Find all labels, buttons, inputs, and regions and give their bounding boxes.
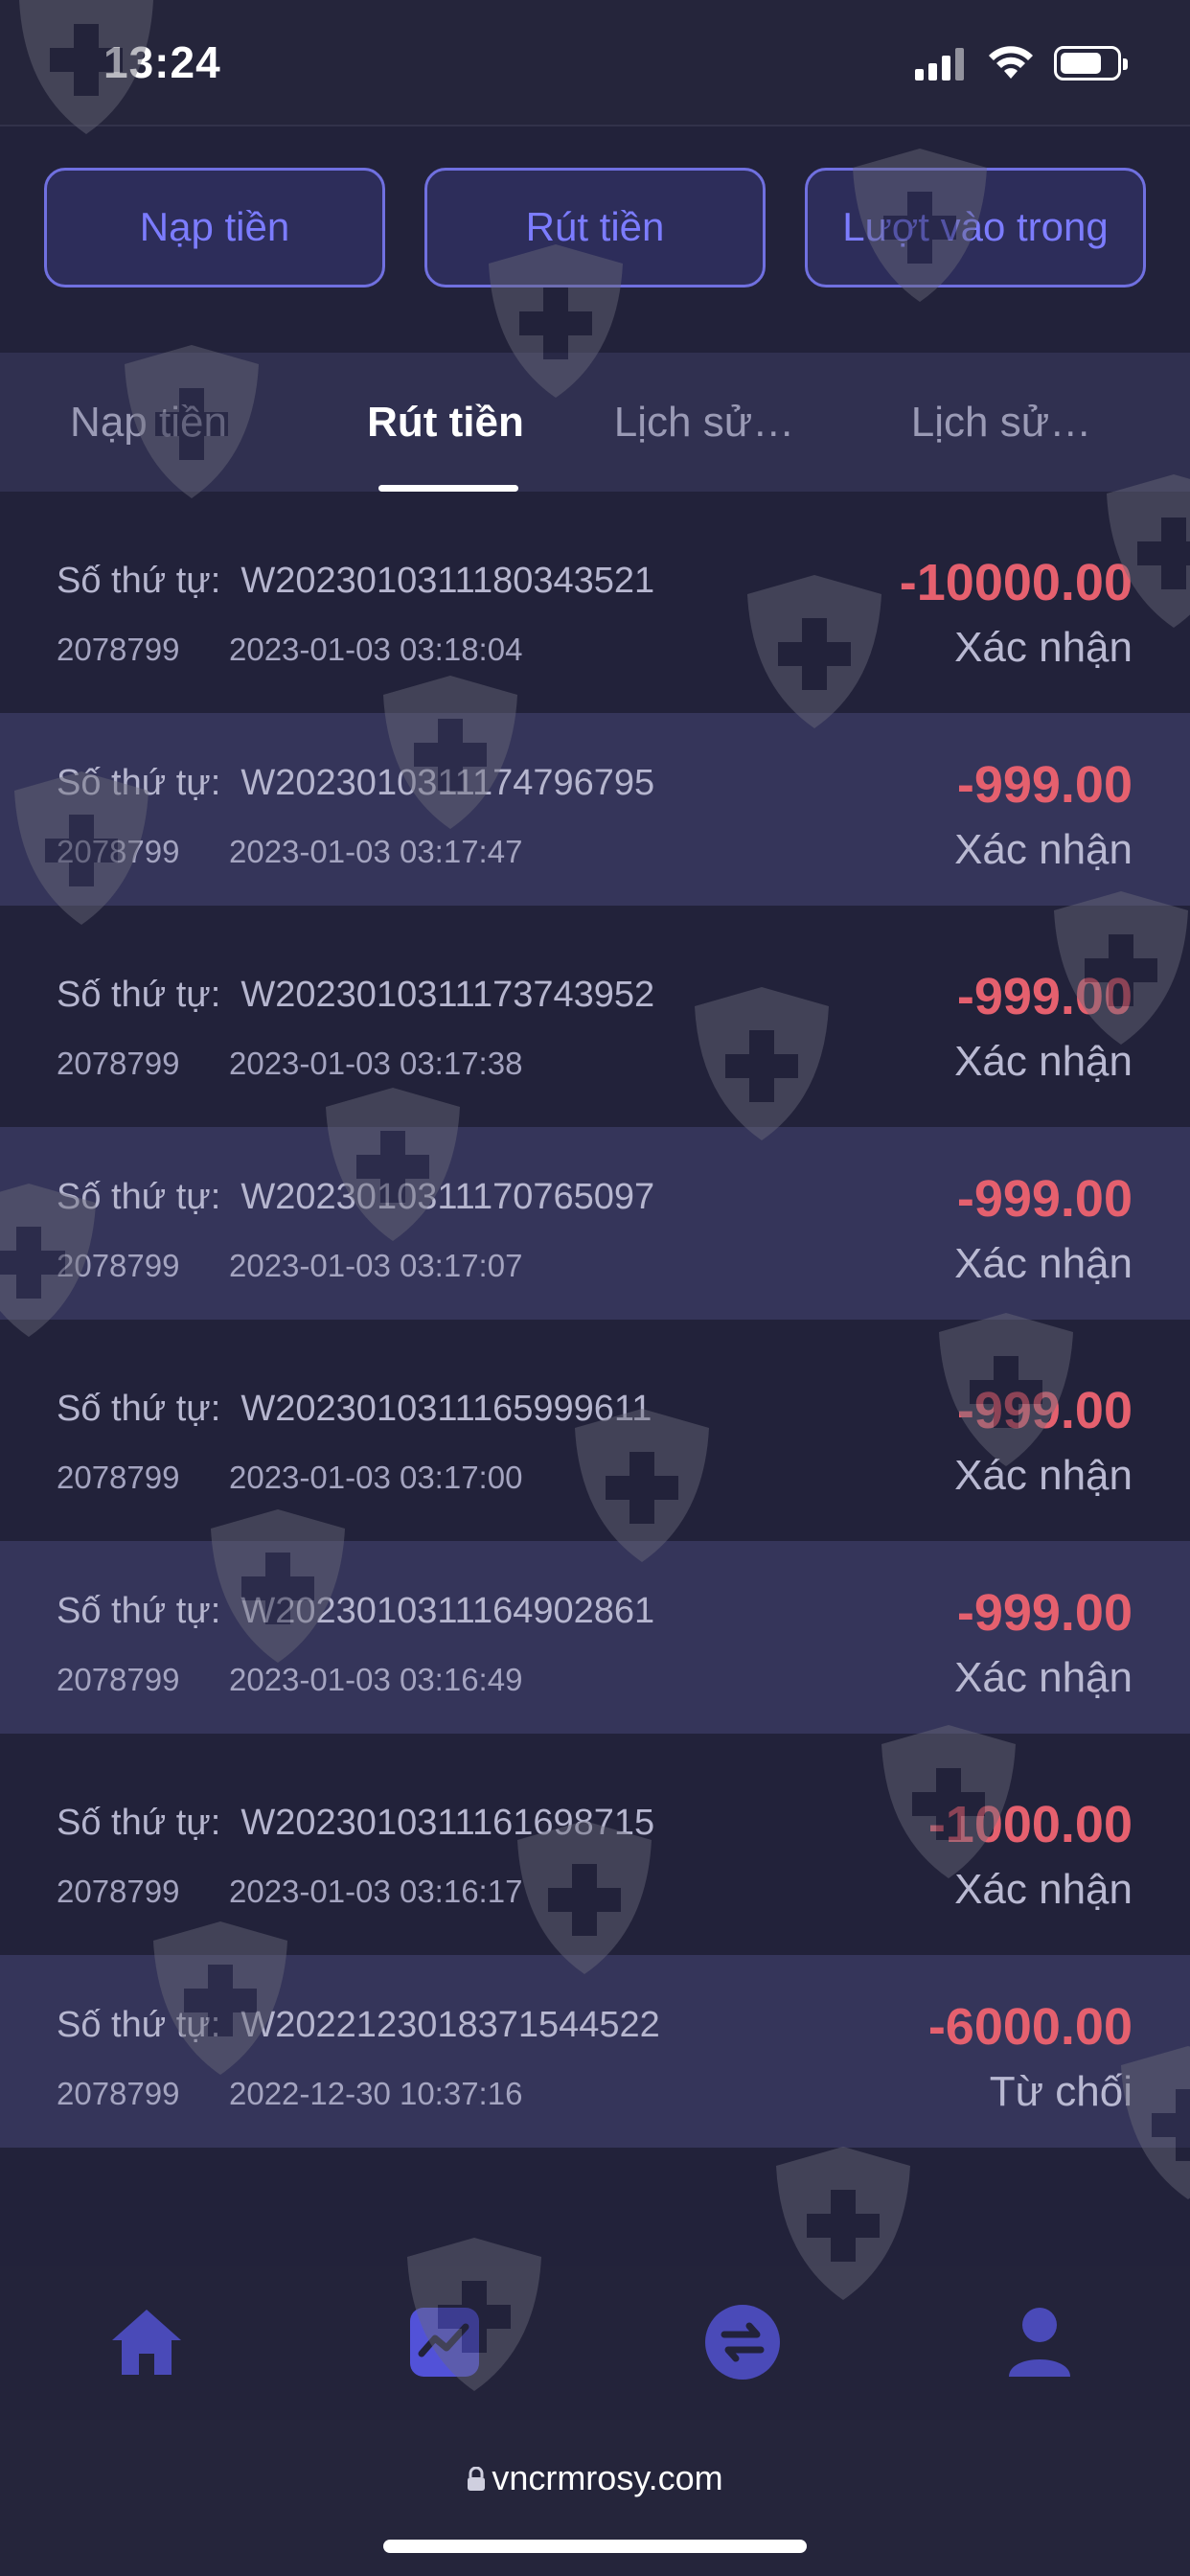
transaction-status: Xác nhận (954, 1038, 1133, 1085)
exchange-icon (705, 2305, 780, 2380)
wifi-icon (989, 46, 1033, 79)
home-indicator[interactable] (383, 2540, 807, 2553)
transaction-status: Xác nhận (954, 624, 1133, 671)
order-number: Số thứ tự: W2023010311180343521 (57, 561, 655, 601)
transaction-amount: -999.00 (956, 1382, 1133, 1439)
battery-icon (1054, 46, 1128, 80)
transaction-meta: 2078799 2023-01-03 03:18:04 (57, 632, 523, 667)
action-buttons: Nạp tiền Rút tiền Lượt vào trong (0, 168, 1190, 288)
list-item[interactable]: Số thứ tự: W2023010311164902861 2078799 2… (0, 1541, 1190, 1734)
transaction-meta: 2078799 2023-01-03 03:16:49 (57, 1662, 523, 1697)
transaction-amount: -999.00 (956, 1584, 1133, 1642)
list-item[interactable]: Số thứ tự: W2023010311170765097 2078799 2… (0, 1127, 1190, 1320)
transaction-amount: -999.00 (956, 1170, 1133, 1228)
tab-bar: Nạp tiền Rút tiền Lịch sử… Lịch sử… (0, 353, 1190, 492)
nav-exchange[interactable] (699, 2299, 786, 2385)
bottom-nav (0, 2266, 1190, 2420)
transaction-status: Từ chối (989, 2068, 1133, 2115)
list-item[interactable]: Số thứ tự: W2022123018371544522 2078799 2… (0, 1955, 1190, 2148)
transaction-meta: 2078799 2022-12-30 10:37:16 (57, 2076, 523, 2111)
order-number: Số thứ tự: W2023010311170765097 (57, 1177, 655, 1217)
list-item[interactable]: Số thứ tự: W2023010311173743952 2078799 2… (0, 906, 1190, 1127)
transaction-status: Xác nhận (954, 1240, 1133, 1287)
transaction-amount: -1000.00 (927, 1796, 1133, 1853)
order-number: Số thứ tự: W2022123018371544522 (57, 2005, 660, 2045)
header-divider (0, 125, 1190, 126)
status-bar: 13:24 (0, 0, 1190, 125)
nav-home[interactable] (103, 2299, 190, 2385)
order-number: Số thứ tự: W2023010311164902861 (57, 1591, 655, 1631)
chart-icon (410, 2308, 479, 2377)
url-display[interactable]: vncrmrosy.com (0, 2458, 1190, 2498)
cellular-signal-icon (915, 46, 969, 80)
home-icon (112, 2310, 181, 2375)
nav-chart[interactable] (401, 2299, 488, 2385)
tab-history-1[interactable]: Lịch sử… (575, 353, 834, 492)
withdraw-button[interactable]: Rút tiền (424, 168, 766, 288)
tab-withdraw[interactable]: Rút tiền (316, 353, 575, 492)
transaction-amount: -10000.00 (899, 554, 1133, 611)
status-time: 13:24 (103, 37, 221, 87)
order-number: Số thứ tự: W2023010311173743952 (57, 975, 655, 1015)
transaction-status: Xác nhận (954, 826, 1133, 873)
list-item[interactable]: Số thứ tự: W2023010311161698715 2078799 2… (0, 1734, 1190, 1955)
transaction-amount: -999.00 (956, 756, 1133, 814)
transaction-amount: -999.00 (956, 968, 1133, 1025)
tab-deposit[interactable]: Nạp tiền (19, 353, 278, 492)
entry-button[interactable]: Lượt vào trong (805, 168, 1146, 288)
list-item[interactable]: Số thứ tự: W2023010311180343521 2078799 2… (0, 492, 1190, 713)
transaction-meta: 2078799 2023-01-03 03:17:00 (57, 1460, 523, 1495)
transaction-meta: 2078799 2023-01-03 03:17:07 (57, 1248, 523, 1283)
order-number: Số thứ tự: W2023010311165999611 (57, 1389, 652, 1429)
url-text: vncrmrosy.com (492, 2458, 723, 2497)
deposit-button[interactable]: Nạp tiền (44, 168, 385, 288)
transaction-meta: 2078799 2023-01-03 03:17:38 (57, 1046, 523, 1081)
list-item[interactable]: Số thứ tự: W2023010311165999611 2078799 2… (0, 1320, 1190, 1541)
list-item[interactable]: Số thứ tự: W2023010311174796795 2078799 2… (0, 713, 1190, 906)
tab-history-2[interactable]: Lịch sử… (872, 353, 1131, 492)
user-icon (1009, 2308, 1070, 2377)
nav-profile[interactable] (996, 2299, 1083, 2385)
transaction-list: Số thứ tự: W2023010311180343521 2078799 2… (0, 492, 1190, 2148)
transaction-amount: -6000.00 (927, 1998, 1133, 2056)
lock-icon (468, 2466, 486, 2491)
transaction-status: Xác nhận (954, 1654, 1133, 1701)
transaction-meta: 2078799 2023-01-03 03:17:47 (57, 834, 523, 869)
transaction-status: Xác nhận (954, 1452, 1133, 1499)
order-number: Số thứ tự: W2023010311174796795 (57, 763, 655, 803)
order-number: Số thứ tự: W2023010311161698715 (57, 1803, 655, 1843)
transaction-status: Xác nhận (954, 1866, 1133, 1913)
active-tab-indicator (378, 485, 518, 492)
transaction-meta: 2078799 2023-01-03 03:16:17 (57, 1874, 523, 1909)
